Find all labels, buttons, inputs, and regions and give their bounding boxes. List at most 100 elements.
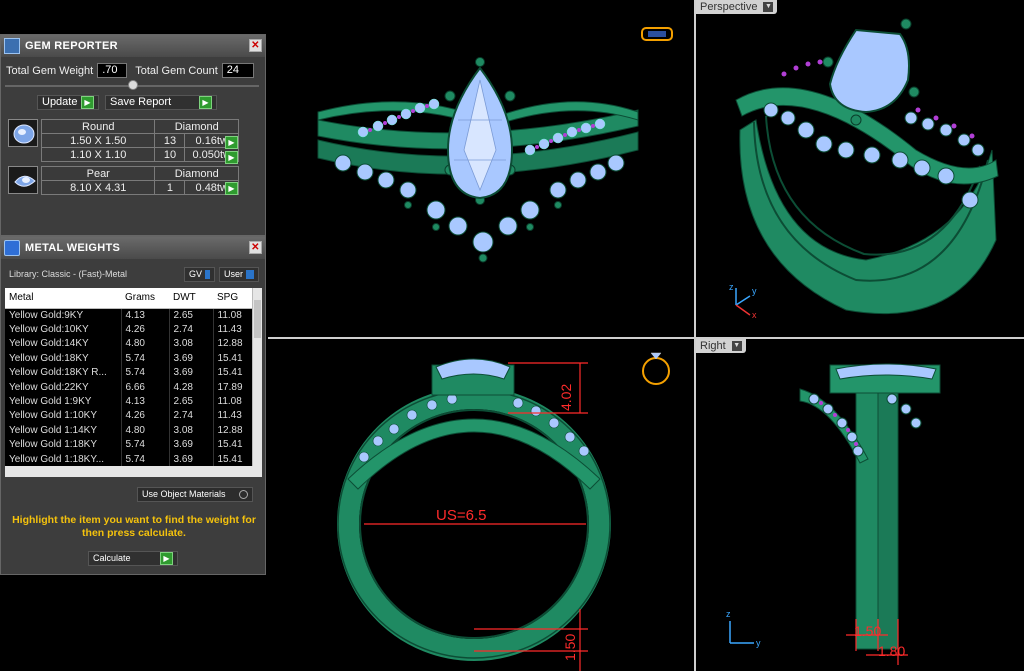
perspective-view-menu[interactable]: Perspective ▼ <box>696 0 778 14</box>
svg-text:x: x <box>752 310 757 320</box>
table-row[interactable]: Yellow Gold 1:18KY 5.74 3.69 15.41 <box>5 437 253 452</box>
table-row[interactable]: Yellow Gold:18KY R... 5.74 3.69 15.41 <box>5 365 253 380</box>
table-row[interactable]: Yellow Gold 1:10KY 4.26 2.74 11.43 <box>5 408 253 424</box>
select-gem-button[interactable]: ▶ <box>225 136 238 149</box>
dwt-cell: 3.69 <box>169 437 214 452</box>
table-row[interactable]: Yellow Gold 1:18KY... 5.74 3.69 15.41 <box>5 451 253 466</box>
gem-reporter-panel: GEM REPORTER ✕ Total Gem Weight .70 Tota… <box>0 34 266 236</box>
pear-gem-icon[interactable] <box>8 166 38 194</box>
gem-size: 1.10 X 1.10 <box>40 147 156 162</box>
round-gem-icon[interactable] <box>8 119 38 147</box>
use-object-materials-checkbox[interactable]: Use Object Materials <box>137 487 253 502</box>
spg-cell: 11.08 <box>213 394 253 409</box>
svg-text:y: y <box>756 638 761 648</box>
total-gem-weight-value: .70 <box>97 63 128 78</box>
gem-type: Diamond <box>154 119 239 134</box>
user-toggle[interactable]: User <box>219 267 259 282</box>
axis-gizmo-icon: z y x <box>729 282 757 320</box>
metal-name-cell: Yellow Gold 1:10KY <box>5 408 122 424</box>
gem-shape: Pear <box>40 166 156 181</box>
svg-text:y: y <box>752 286 757 296</box>
perspective-viewport[interactable]: Perspective ▼ z y x <box>696 0 1024 337</box>
use-object-materials-label: Use Object Materials <box>142 489 226 499</box>
column-header[interactable]: Grams <box>121 288 169 309</box>
metal-weights-app-icon <box>4 240 20 256</box>
column-header[interactable]: Metal <box>5 288 121 309</box>
table-row[interactable]: Yellow Gold:18KY 5.74 3.69 15.41 <box>5 351 253 366</box>
select-gem-button[interactable]: ▶ <box>225 182 238 195</box>
metal-name-cell: Yellow Gold:22KY <box>5 379 122 395</box>
right-label: Right <box>700 340 726 352</box>
dwt-cell: 3.69 <box>169 351 214 366</box>
metal-name-cell: Yellow Gold 1:18KY... <box>5 451 122 466</box>
pear-gem-table: Pear Diamond 8.10 X 4.31 1 0.48tw <box>40 166 239 195</box>
top-viewport[interactable] <box>268 0 694 337</box>
metal-name-cell: Yellow Gold:9KY <box>5 308 122 323</box>
spg-cell: 15.41 <box>213 365 253 380</box>
gv-toggle[interactable]: GV <box>184 267 215 282</box>
gem-count: 1 <box>154 180 186 195</box>
scrollbar-thumb[interactable] <box>254 300 261 338</box>
save-report-button[interactable]: Save Report ▶ <box>105 95 217 110</box>
table-row[interactable]: Yellow Gold:14KY 4.80 3.08 12.88 <box>5 336 253 352</box>
select-gem-button[interactable]: ▶ <box>225 151 238 164</box>
round-gem-table: Round Diamond 1.50 X 1.50 13 0.16tw 1.10… <box>40 119 239 162</box>
calculate-label: Calculate <box>93 553 131 563</box>
gem-reporter-titlebar[interactable]: GEM REPORTER ✕ <box>1 35 265 57</box>
grams-cell: 5.74 <box>121 351 170 366</box>
metal-weights-title: METAL WEIGHTS <box>25 242 121 254</box>
right-view-menu[interactable]: Right ▼ <box>696 339 746 353</box>
metal-weights-table[interactable]: Metal Grams DWT SPG Yellow Gold:9KY 4.13 2… <box>5 288 262 466</box>
close-icon[interactable]: ✕ <box>249 39 262 52</box>
metal-weights-titlebar[interactable]: METAL WEIGHTS ✕ <box>1 237 265 259</box>
splitter-handle[interactable] <box>128 80 138 90</box>
user-label: User <box>224 269 244 279</box>
dwt-cell: 3.08 <box>169 336 214 352</box>
grams-cell: 6.66 <box>121 379 170 395</box>
horizontal-scrollbar[interactable] <box>5 466 262 477</box>
front-viewport[interactable]: 4.02 US=6.5 1.50 <box>268 339 694 671</box>
grams-cell: 4.26 <box>121 408 170 424</box>
play-icon: ▶ <box>199 96 212 109</box>
spg-cell: 12.88 <box>213 423 253 438</box>
ring-right-view: z y <box>726 363 941 665</box>
spg-cell: 12.88 <box>213 336 253 352</box>
gem-count: 13 <box>154 133 186 148</box>
metal-name-cell: Yellow Gold:18KY <box>5 351 122 366</box>
ring-front-view <box>337 352 670 671</box>
total-gem-count-label: Total Gem Count <box>135 64 218 77</box>
dwt-cell: 3.69 <box>169 451 214 466</box>
svg-text:z: z <box>726 609 731 619</box>
gv-label: GV <box>189 269 203 279</box>
metal-weights-panel: METAL WEIGHTS ✕ Library: Classic - (Fast… <box>0 236 266 575</box>
dwt-cell: 2.74 <box>169 322 214 337</box>
perspective-label: Perspective <box>700 1 758 13</box>
gem-shape: Round <box>40 119 156 134</box>
table-row[interactable]: Yellow Gold 1:14KY 4.80 3.08 12.88 <box>5 423 253 438</box>
update-button[interactable]: Update ▶ <box>37 95 99 110</box>
column-header[interactable]: SPG <box>213 288 253 309</box>
band-width-dimension-1: 1.50 <box>854 623 882 639</box>
info-icon <box>205 270 210 279</box>
total-gem-weight-label: Total Gem Weight <box>6 64 94 77</box>
table-row[interactable]: Yellow Gold 1:9KY 4.13 2.65 11.08 <box>5 394 253 409</box>
calculate-button[interactable]: Calculate ▶ <box>88 551 178 566</box>
table-row[interactable]: Yellow Gold:10KY 4.26 2.74 11.43 <box>5 322 253 337</box>
gem-reporter-title: GEM REPORTER <box>25 40 118 52</box>
spg-cell: 11.43 <box>213 408 253 424</box>
play-icon: ▶ <box>160 552 173 565</box>
table-scrollbar[interactable] <box>252 288 262 466</box>
table-row[interactable]: Yellow Gold:22KY 6.66 4.28 17.89 <box>5 379 253 395</box>
view-cube-icon <box>641 27 673 41</box>
dwt-cell: 3.69 <box>169 365 214 380</box>
gem-reporter-app-icon <box>4 38 20 54</box>
radio-icon <box>239 490 248 499</box>
table-row[interactable]: Yellow Gold:9KY 4.13 2.65 11.08 <box>5 308 253 323</box>
gem-size: 1.50 X 1.50 <box>40 133 156 148</box>
grams-cell: 5.74 <box>121 437 170 452</box>
metal-name-cell: Yellow Gold:18KY R... <box>5 365 122 380</box>
dwt-cell: 3.08 <box>169 423 214 438</box>
close-icon[interactable]: ✕ <box>249 241 262 254</box>
column-header[interactable]: DWT <box>169 288 213 309</box>
right-viewport[interactable]: Right ▼ z y 1.50 1.80 <box>696 339 1024 671</box>
